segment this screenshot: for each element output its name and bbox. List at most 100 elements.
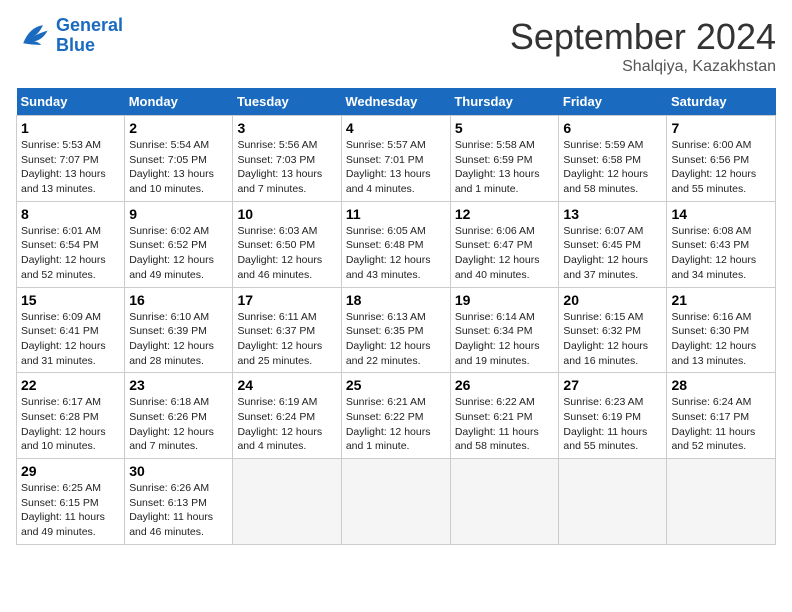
- calendar-cell: 29 Sunrise: 6:25 AM Sunset: 6:15 PM Dayli…: [17, 459, 125, 545]
- day-info: Sunrise: 6:07 AM Sunset: 6:45 PM Dayligh…: [563, 224, 662, 283]
- day-number: 22: [21, 377, 120, 393]
- day-info: Sunrise: 6:19 AM Sunset: 6:24 PM Dayligh…: [237, 395, 336, 454]
- day-info: Sunrise: 6:18 AM Sunset: 6:26 PM Dayligh…: [129, 395, 228, 454]
- calendar-cell: 16 Sunrise: 6:10 AM Sunset: 6:39 PM Dayli…: [125, 287, 233, 373]
- day-number: 19: [455, 292, 555, 308]
- calendar-cell: 11 Sunrise: 6:05 AM Sunset: 6:48 PM Dayli…: [341, 201, 450, 287]
- day-info: Sunrise: 6:25 AM Sunset: 6:15 PM Dayligh…: [21, 481, 120, 540]
- calendar-cell: [667, 459, 776, 545]
- day-number: 18: [346, 292, 446, 308]
- day-info: Sunrise: 6:03 AM Sunset: 6:50 PM Dayligh…: [237, 224, 336, 283]
- logo-text: General Blue: [56, 16, 123, 56]
- day-number: 9: [129, 206, 228, 222]
- calendar-cell: [450, 459, 559, 545]
- day-number: 25: [346, 377, 446, 393]
- calendar-cell: 2 Sunrise: 5:54 AM Sunset: 7:05 PM Daylig…: [125, 116, 233, 202]
- calendar-week-4: 22 Sunrise: 6:17 AM Sunset: 6:28 PM Dayli…: [17, 373, 776, 459]
- location: Shalqiya, Kazakhstan: [510, 58, 776, 76]
- calendar-cell: [559, 459, 667, 545]
- calendar-week-2: 8Sunrise: 6:01 AM Sunset: 6:54 PM Daylig…: [17, 201, 776, 287]
- calendar-cell: 23 Sunrise: 6:18 AM Sunset: 6:26 PM Dayli…: [125, 373, 233, 459]
- day-number: 12: [455, 206, 555, 222]
- day-number: 6: [563, 120, 662, 136]
- calendar-cell: 26Sunrise: 6:22 AM Sunset: 6:21 PM Dayli…: [450, 373, 559, 459]
- calendar-cell: 8Sunrise: 6:01 AM Sunset: 6:54 PM Daylig…: [17, 201, 125, 287]
- day-number: 29: [21, 463, 120, 479]
- calendar-table: SundayMondayTuesdayWednesdayThursdayFrid…: [16, 88, 776, 545]
- day-info: Sunrise: 6:23 AM Sunset: 6:19 PM Dayligh…: [563, 395, 662, 454]
- day-info: Sunrise: 6:00 AM Sunset: 6:56 PM Dayligh…: [671, 138, 771, 197]
- calendar-cell: 17 Sunrise: 6:11 AM Sunset: 6:37 PM Dayli…: [233, 287, 341, 373]
- weekday-header-saturday: Saturday: [667, 88, 776, 116]
- day-info: Sunrise: 6:26 AM Sunset: 6:13 PM Dayligh…: [129, 481, 228, 540]
- calendar-cell: 4 Sunrise: 5:57 AM Sunset: 7:01 PM Daylig…: [341, 116, 450, 202]
- calendar-cell: 14Sunrise: 6:08 AM Sunset: 6:43 PM Dayli…: [667, 201, 776, 287]
- calendar-cell: 27 Sunrise: 6:23 AM Sunset: 6:19 PM Dayli…: [559, 373, 667, 459]
- calendar-cell: 7 Sunrise: 6:00 AM Sunset: 6:56 PM Daylig…: [667, 116, 776, 202]
- calendar-cell: 12 Sunrise: 6:06 AM Sunset: 6:47 PM Dayli…: [450, 201, 559, 287]
- month-title: September 2024: [510, 16, 776, 58]
- day-info: Sunrise: 5:54 AM Sunset: 7:05 PM Dayligh…: [129, 138, 228, 197]
- calendar-cell: 10 Sunrise: 6:03 AM Sunset: 6:50 PM Dayli…: [233, 201, 341, 287]
- calendar-week-3: 15 Sunrise: 6:09 AM Sunset: 6:41 PM Dayli…: [17, 287, 776, 373]
- weekday-header-sunday: Sunday: [17, 88, 125, 116]
- day-info: Sunrise: 6:17 AM Sunset: 6:28 PM Dayligh…: [21, 395, 120, 454]
- calendar-cell: 15 Sunrise: 6:09 AM Sunset: 6:41 PM Dayli…: [17, 287, 125, 373]
- day-number: 13: [563, 206, 662, 222]
- day-number: 8: [21, 206, 120, 222]
- day-info: Sunrise: 6:11 AM Sunset: 6:37 PM Dayligh…: [237, 310, 336, 369]
- calendar-cell: 9Sunrise: 6:02 AM Sunset: 6:52 PM Daylig…: [125, 201, 233, 287]
- calendar-cell: [233, 459, 341, 545]
- title-block: September 2024 Shalqiya, Kazakhstan: [510, 16, 776, 76]
- day-number: 30: [129, 463, 228, 479]
- calendar-cell: 25Sunrise: 6:21 AM Sunset: 6:22 PM Dayli…: [341, 373, 450, 459]
- day-info: Sunrise: 6:24 AM Sunset: 6:17 PM Dayligh…: [671, 395, 771, 454]
- day-number: 5: [455, 120, 555, 136]
- weekday-header-thursday: Thursday: [450, 88, 559, 116]
- calendar-cell: 30 Sunrise: 6:26 AM Sunset: 6:13 PM Dayli…: [125, 459, 233, 545]
- day-number: 10: [237, 206, 336, 222]
- day-info: Sunrise: 6:09 AM Sunset: 6:41 PM Dayligh…: [21, 310, 120, 369]
- page-header: General Blue September 2024 Shalqiya, Ka…: [16, 16, 776, 76]
- day-info: Sunrise: 5:53 AM Sunset: 7:07 PM Dayligh…: [21, 138, 120, 197]
- day-number: 11: [346, 206, 446, 222]
- day-number: 24: [237, 377, 336, 393]
- calendar-cell: 18 Sunrise: 6:13 AM Sunset: 6:35 PM Dayli…: [341, 287, 450, 373]
- weekday-header-tuesday: Tuesday: [233, 88, 341, 116]
- day-number: 27: [563, 377, 662, 393]
- calendar-cell: 19 Sunrise: 6:14 AM Sunset: 6:34 PM Dayli…: [450, 287, 559, 373]
- day-info: Sunrise: 6:22 AM Sunset: 6:21 PM Dayligh…: [455, 395, 555, 454]
- day-info: Sunrise: 5:59 AM Sunset: 6:58 PM Dayligh…: [563, 138, 662, 197]
- weekday-header-friday: Friday: [559, 88, 667, 116]
- calendar-cell: 5Sunrise: 5:58 AM Sunset: 6:59 PM Daylig…: [450, 116, 559, 202]
- day-info: Sunrise: 5:56 AM Sunset: 7:03 PM Dayligh…: [237, 138, 336, 197]
- calendar-cell: 28 Sunrise: 6:24 AM Sunset: 6:17 PM Dayli…: [667, 373, 776, 459]
- weekday-header-monday: Monday: [125, 88, 233, 116]
- day-number: 3: [237, 120, 336, 136]
- day-number: 2: [129, 120, 228, 136]
- day-number: 20: [563, 292, 662, 308]
- day-number: 7: [671, 120, 771, 136]
- day-number: 1: [21, 120, 120, 136]
- day-number: 17: [237, 292, 336, 308]
- calendar-week-1: 1 Sunrise: 5:53 AM Sunset: 7:07 PM Daylig…: [17, 116, 776, 202]
- day-info: Sunrise: 6:15 AM Sunset: 6:32 PM Dayligh…: [563, 310, 662, 369]
- logo: General Blue: [16, 16, 123, 56]
- day-number: 23: [129, 377, 228, 393]
- day-info: Sunrise: 5:57 AM Sunset: 7:01 PM Dayligh…: [346, 138, 446, 197]
- calendar-cell: 21Sunrise: 6:16 AM Sunset: 6:30 PM Dayli…: [667, 287, 776, 373]
- day-info: Sunrise: 6:13 AM Sunset: 6:35 PM Dayligh…: [346, 310, 446, 369]
- day-number: 15: [21, 292, 120, 308]
- day-info: Sunrise: 6:10 AM Sunset: 6:39 PM Dayligh…: [129, 310, 228, 369]
- calendar-cell: 6 Sunrise: 5:59 AM Sunset: 6:58 PM Daylig…: [559, 116, 667, 202]
- day-info: Sunrise: 6:14 AM Sunset: 6:34 PM Dayligh…: [455, 310, 555, 369]
- calendar-cell: 13 Sunrise: 6:07 AM Sunset: 6:45 PM Dayli…: [559, 201, 667, 287]
- calendar-cell: 1 Sunrise: 5:53 AM Sunset: 7:07 PM Daylig…: [17, 116, 125, 202]
- day-number: 4: [346, 120, 446, 136]
- day-info: Sunrise: 6:05 AM Sunset: 6:48 PM Dayligh…: [346, 224, 446, 283]
- logo-bird-icon: [16, 18, 52, 54]
- day-number: 28: [671, 377, 771, 393]
- day-number: 16: [129, 292, 228, 308]
- calendar-cell: 3 Sunrise: 5:56 AM Sunset: 7:03 PM Daylig…: [233, 116, 341, 202]
- day-info: Sunrise: 6:06 AM Sunset: 6:47 PM Dayligh…: [455, 224, 555, 283]
